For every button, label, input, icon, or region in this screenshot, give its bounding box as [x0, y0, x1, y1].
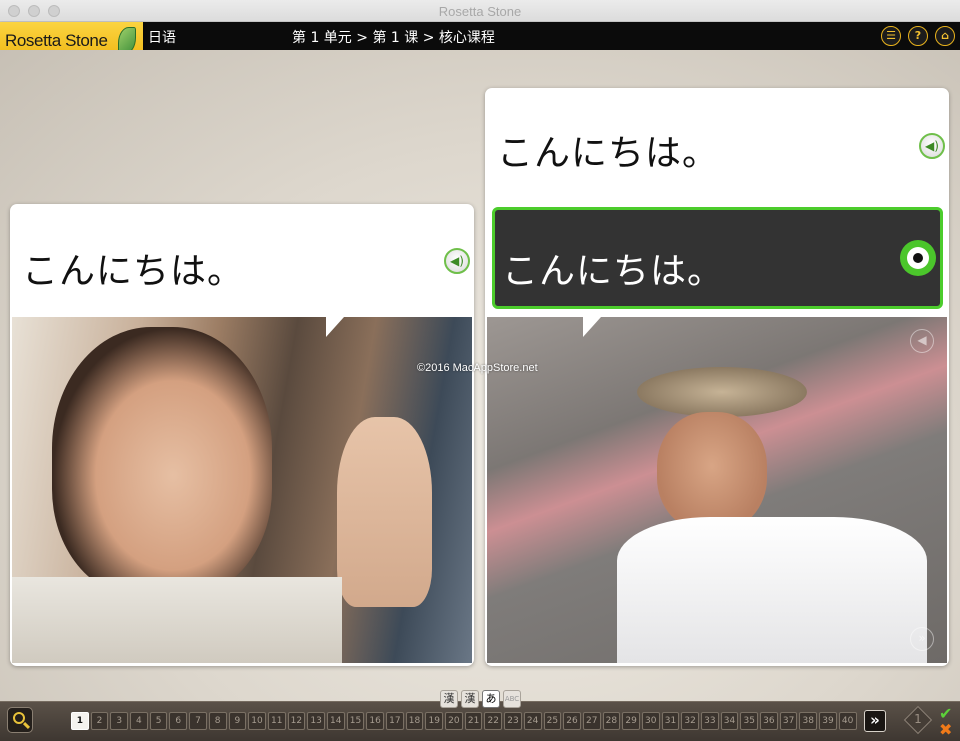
left-prompt-card[interactable]: こんにちは。 ◀)	[10, 204, 474, 666]
page-button[interactable]: 29	[622, 712, 640, 730]
page-button[interactable]: 3	[110, 712, 129, 730]
page-button[interactable]: 38	[799, 712, 818, 730]
help-icon[interactable]: ?	[908, 26, 928, 46]
window-titlebar: Rosetta Stone	[0, 0, 960, 22]
page-button[interactable]: 9	[228, 712, 247, 730]
page-button[interactable]: 36	[760, 712, 778, 730]
page-button[interactable]: 10	[248, 712, 266, 730]
answer-phrase: こんにちは。	[502, 251, 725, 292]
speech-tail	[583, 317, 601, 337]
romaji-mode-tab[interactable]: ABC	[503, 690, 521, 708]
page-button[interactable]: 21	[464, 712, 483, 730]
page-button[interactable]: 32	[681, 712, 699, 730]
page-button[interactable]: 28	[602, 712, 621, 730]
page-button[interactable]: 15	[346, 712, 365, 730]
page-button[interactable]: 6	[169, 712, 188, 730]
woman-waving-photo	[12, 317, 472, 663]
record-dot	[913, 253, 923, 263]
page-button[interactable]: 40	[838, 712, 857, 730]
script-mode-tabs: 漢 漢 あ ABC	[440, 690, 521, 708]
replay-icon[interactable]: ◀	[910, 329, 934, 353]
page-button[interactable]: 31	[661, 712, 680, 730]
home-icon[interactable]: ⌂	[935, 26, 955, 46]
page-button[interactable]: 14	[326, 712, 345, 730]
page-button[interactable]: 30	[641, 712, 660, 730]
page-button[interactable]: 7	[189, 712, 207, 730]
page-button[interactable]: 22	[484, 712, 503, 730]
breadcrumb: 第 1 单元 > 第 1 课 > 核心课程	[292, 30, 495, 46]
page-button[interactable]: 11	[267, 712, 286, 730]
page-button[interactable]: 2	[90, 712, 109, 730]
prompt-phrase: こんにちは。	[22, 251, 245, 292]
page-button[interactable]: 18	[405, 712, 424, 730]
search-button[interactable]	[7, 707, 33, 733]
play-audio-icon[interactable]: ◀)	[444, 248, 470, 274]
page-button[interactable]: 8	[208, 712, 227, 730]
prompt-phrase: こんにちは。	[497, 133, 720, 174]
man-with-hat-photo: ◀ »	[487, 317, 947, 663]
page-button[interactable]: 37	[779, 712, 798, 730]
magnifier-handle	[22, 721, 31, 730]
page-button[interactable]: 1	[71, 712, 89, 730]
screen-pager: 1 2 3 4 5 6 7 8 9 10 11 12 13 14 15 16 17 18 19 20 21 22 23 24 2…	[71, 712, 857, 730]
page-button[interactable]: 19	[425, 712, 444, 730]
right-prompt-card[interactable]: こんにちは。 ◀) ◀ »	[485, 88, 949, 666]
page-button[interactable]: 5	[149, 712, 168, 730]
menu-icon[interactable]: ☰	[881, 26, 901, 46]
watermark-text: ©2016 MacAppStore.net	[417, 362, 538, 374]
page-button[interactable]: 16	[366, 712, 384, 730]
logo-text: Rosetta Stone	[5, 31, 108, 50]
hiragana-mode-tab[interactable]: あ	[482, 690, 500, 708]
page-button[interactable]: 4	[130, 712, 148, 730]
page-button[interactable]: 33	[701, 712, 719, 730]
skip-forward-icon[interactable]: »	[910, 627, 934, 651]
page-button[interactable]: 39	[819, 712, 837, 730]
page-button[interactable]: 34	[720, 712, 739, 730]
speech-tail	[326, 317, 344, 337]
course-language: 日语	[148, 30, 176, 46]
incorrect-cross-icon: ✖	[939, 720, 953, 739]
page-button[interactable]: 13	[307, 712, 325, 730]
score-number: 1	[914, 712, 922, 726]
page-button[interactable]: 12	[287, 712, 306, 730]
kanji-mode-tab[interactable]: 漢	[440, 690, 458, 708]
page-button[interactable]: 20	[445, 712, 463, 730]
page-button[interactable]: 23	[504, 712, 522, 730]
page-button[interactable]: 35	[740, 712, 759, 730]
page-button[interactable]: 26	[563, 712, 581, 730]
page-button[interactable]: 25	[543, 712, 562, 730]
page-button[interactable]: 24	[523, 712, 542, 730]
play-audio-icon[interactable]: ◀)	[919, 133, 945, 159]
window-title: Rosetta Stone	[438, 4, 522, 19]
kanji-kana-mode-tab[interactable]: 漢	[461, 690, 479, 708]
spoken-answer-banner[interactable]: こんにちは。	[492, 207, 943, 309]
page-button[interactable]: 17	[386, 712, 404, 730]
next-screen-button[interactable]: »	[864, 710, 886, 732]
page-button[interactable]: 27	[582, 712, 601, 730]
